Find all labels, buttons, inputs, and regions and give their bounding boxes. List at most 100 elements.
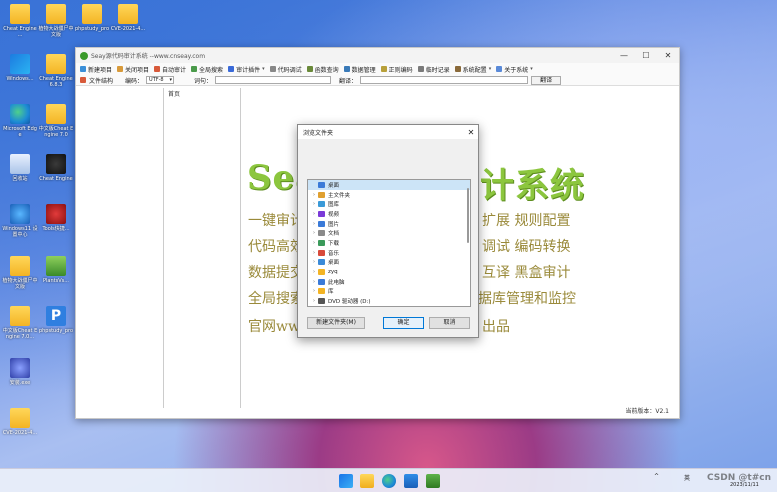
tree-item[interactable]: › 图库 (308, 199, 470, 209)
pictures-icon (318, 220, 325, 227)
encoding-select[interactable]: UTF-8 ▾ (146, 76, 175, 84)
menu-item[interactable]: 临时记录 (417, 65, 450, 74)
desktop-icon[interactable]: 植物大战僵尸中文版 (38, 4, 74, 38)
tree-item[interactable]: 桌面 (308, 180, 470, 190)
expand-chevron-icon[interactable]: › (310, 250, 318, 256)
desktop-icon[interactable]: Microsoft Edge (2, 104, 38, 138)
menu-item[interactable]: 关闭项目 (117, 65, 149, 74)
desktop-icon[interactable]: Tools快捷... (38, 204, 74, 232)
menu-item[interactable]: 全局搜索 (191, 65, 223, 74)
expand-chevron-icon[interactable]: › (310, 211, 318, 217)
status-version: 当前版本：V2.1 (625, 408, 669, 415)
feature-line-right: 据库管理和监控 (478, 291, 576, 307)
edge-icon[interactable] (382, 474, 396, 488)
expand-chevron-icon[interactable]: › (310, 259, 318, 265)
expand-chevron-icon[interactable]: › (310, 221, 318, 227)
menu-item-icon (380, 66, 387, 72)
desktop-icon[interactable]: Cheat Engine ... (2, 4, 38, 38)
expand-chevron-icon[interactable]: › (310, 240, 318, 246)
tree-item[interactable]: › 图片 (308, 219, 470, 229)
tree-item[interactable]: › 主文件夹 (308, 190, 470, 200)
chevron-down-icon: ▾ (488, 66, 492, 72)
desktop-icon[interactable]: Cheat Engine 6.8.3 (38, 54, 74, 88)
menu-item[interactable]: 新建项目 (80, 65, 112, 74)
desktop-icon[interactable]: 中文版Cheat Engine 7.0... (2, 306, 38, 340)
tree-item[interactable]: › DVD 驱动器 (D:) (308, 296, 470, 306)
menu-item[interactable]: 审计插件 ▾ (228, 65, 265, 74)
menu-item-label: 代码调试 (277, 66, 302, 74)
expand-chevron-icon[interactable]: › (310, 192, 318, 198)
folder-icon (46, 104, 66, 124)
translate-button[interactable]: 翻译 (531, 75, 562, 85)
translate-input[interactable] (360, 76, 529, 84)
desktop-icon[interactable]: 中文版Cheat Engine 7.0 (38, 104, 74, 138)
chevron-down-icon: ▾ (262, 66, 265, 72)
folder-tree[interactable]: 桌面 › 主文件夹 › 图库 › 视频 › 图片 › 文档 › 下载 › 音乐 › 桌面 › zyq › 此电脑 › 库 › D… (307, 179, 471, 307)
tree-item[interactable]: › 视频 (308, 209, 470, 219)
expand-chevron-icon[interactable]: › (310, 230, 318, 236)
menu-item[interactable]: 函数查询 (306, 65, 339, 74)
tree-item[interactable]: › 文档 (308, 228, 470, 238)
menu-item[interactable]: 正则编码 (380, 65, 413, 74)
cancel-button[interactable]: 取消 (429, 317, 470, 329)
title-bar[interactable]: Seay源代码审计系统 --www.cnseay.com — ☐ ✕ (76, 48, 679, 63)
encoding-value: UTF-8 (149, 77, 164, 83)
expand-chevron-icon[interactable]: › (310, 298, 318, 304)
new-folder-button[interactable]: 新建文件夹(M) (307, 317, 365, 329)
tree-item[interactable]: › 桌面 (308, 258, 470, 268)
documents-icon (318, 230, 325, 237)
seay-app-icon[interactable] (426, 474, 440, 488)
windows-start-icon[interactable] (339, 474, 353, 488)
expand-chevron-icon[interactable]: › (310, 201, 318, 207)
translate-label: 翻译： (339, 77, 358, 85)
desktop-icon[interactable]: Pphpstudy_pro (38, 306, 74, 334)
file-structure-tab[interactable]: 文件结构 (89, 76, 113, 85)
menu-item[interactable]: 自动审计 (154, 65, 186, 74)
tree-scrollbar[interactable] (467, 188, 469, 243)
input-language[interactable]: 英 (684, 473, 690, 482)
desktop-icon[interactable]: PlantsVs... (38, 256, 74, 284)
tool-icon (46, 204, 66, 224)
tab-divider (240, 88, 241, 408)
desktop-icon[interactable]: 回收站 (2, 154, 38, 182)
expand-chevron-icon[interactable]: › (310, 269, 318, 275)
store-icon[interactable] (404, 474, 418, 488)
dialog-title-bar[interactable]: 浏览文件夹 ✕ (298, 125, 478, 139)
desktop-icon[interactable]: Windows... (2, 54, 38, 82)
desktop-icon[interactable]: CVE-2021-4... (110, 4, 146, 32)
menu-item-icon (191, 66, 198, 72)
menu-item-label: 正则编码 (388, 66, 413, 74)
tree-item[interactable]: › zyq (308, 267, 470, 277)
desktop-icon[interactable]: Windows11 设置中心 (2, 204, 38, 238)
menu-item[interactable]: 关于系统 ▾ (496, 65, 533, 74)
tree-item[interactable]: › 音乐 (308, 248, 470, 258)
menu-item[interactable]: 数据管理 (343, 65, 376, 74)
desktop-icon[interactable]: CVE-2021-4... (2, 408, 38, 436)
word-input[interactable] (215, 76, 332, 84)
menu-item[interactable]: 系统配置 ▾ (454, 65, 492, 74)
menu-item[interactable]: 代码调试 (269, 65, 302, 74)
desktop-icon[interactable]: phpstudy_pro (74, 4, 110, 32)
close-button[interactable]: ✕ (657, 48, 679, 63)
maximize-button[interactable]: ☐ (635, 48, 657, 63)
feature-line-left: 数据提交 (248, 265, 304, 281)
desktop-icon (318, 181, 325, 188)
file-tree-panel[interactable] (76, 88, 164, 408)
file-explorer-icon[interactable] (360, 474, 374, 488)
tray-caret-icon[interactable]: ^ (654, 473, 659, 480)
ok-button[interactable]: 确定 (383, 317, 424, 329)
expand-chevron-icon[interactable]: › (310, 279, 318, 285)
tab-home[interactable]: 首页 (168, 89, 180, 98)
phpstudy-icon: P (46, 306, 66, 326)
desktop-icon[interactable]: 植物大战僵尸中文版 (2, 256, 38, 290)
chevron-down-icon: ▾ (169, 77, 173, 83)
minimize-button[interactable]: — (613, 48, 635, 63)
expand-chevron-icon[interactable]: › (310, 288, 318, 294)
tree-item[interactable]: › 下载 (308, 238, 470, 248)
tree-item[interactable]: › 此电脑 (308, 277, 470, 287)
desktop-icon[interactable]: Cheat Engine (38, 154, 74, 182)
desktop-icon[interactable]: 安装.exe (2, 358, 38, 386)
tree-item[interactable]: › 库 (308, 287, 470, 297)
folder-icon (10, 408, 30, 428)
dialog-close-icon[interactable]: ✕ (464, 128, 478, 137)
